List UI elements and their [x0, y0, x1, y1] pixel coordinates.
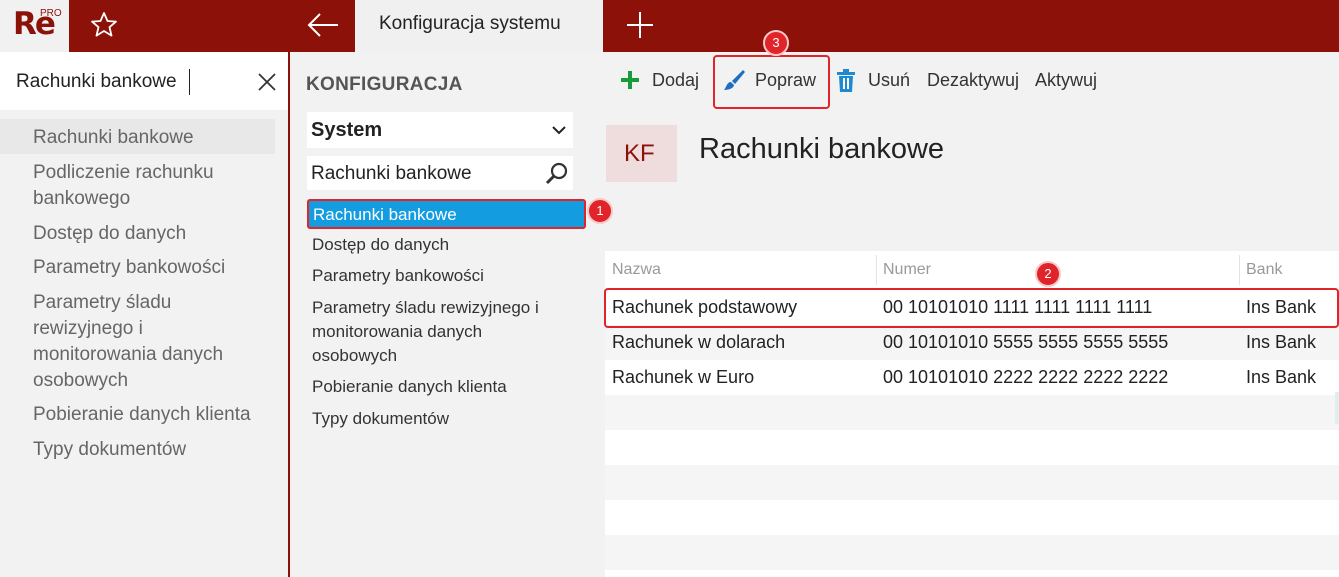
cell-bank: Ins Bank: [1246, 332, 1317, 352]
left-result-podliczenie[interactable]: Podliczenie rachunku bankowego: [33, 160, 273, 212]
activate-button[interactable]: Aktywuj: [1035, 70, 1097, 91]
group-select[interactable]: System: [307, 112, 573, 148]
page-title: Rachunki bankowe: [699, 133, 945, 165]
left-result-pobieranie[interactable]: Pobieranie danych klienta: [33, 402, 273, 428]
search-icon[interactable]: [545, 161, 569, 185]
module-badge-text: KF: [624, 140, 655, 167]
column-header-numer[interactable]: Numer: [883, 261, 931, 279]
close-icon[interactable]: [256, 71, 278, 93]
annotation-badge-3: 3: [763, 30, 789, 56]
empty-row: [605, 500, 1339, 535]
annotation-badge-2: 2: [1035, 261, 1061, 287]
deactivate-button[interactable]: Dezaktywuj: [927, 70, 1019, 91]
column-separator[interactable]: [1239, 255, 1240, 285]
add-button[interactable]: Dodaj: [652, 70, 699, 91]
cell-nazwa: Rachunek w Euro: [612, 367, 755, 387]
column-separator[interactable]: [876, 255, 877, 285]
config-item-label: Rachunki bankowe: [313, 205, 457, 224]
left-result-typy-dokumentow[interactable]: Typy dokumentów: [33, 437, 273, 463]
left-result-rachunki-bankowe[interactable]: Rachunki bankowe: [33, 125, 273, 151]
table-row[interactable]: Rachunek w dolarach 00 10101010 5555 555…: [605, 325, 1339, 360]
config-title: KONFIGURACJA: [306, 74, 463, 95]
app-logo[interactable]: Re PRO: [0, 0, 69, 52]
toolbar: Dodaj Popraw Usuń Dezaktywuj Aktywuj: [590, 52, 1339, 110]
config-item-parametry-bankowosci[interactable]: Parametry bankowości: [312, 264, 582, 288]
left-result-parametry-sladu[interactable]: Parametry śladu rewizyjnego i monitorowa…: [33, 290, 243, 394]
tab-label: Konfiguracja systemu: [379, 13, 561, 34]
config-item-parametry-sladu[interactable]: Parametry śladu rewizyjnego i monitorowa…: [312, 296, 562, 368]
cell-numer: 00 10101010 2222 2222 2222 2222: [883, 367, 1169, 387]
tab-konfiguracja-systemu[interactable]: Konfiguracja systemu: [355, 0, 603, 52]
config-item-rachunki-bankowe[interactable]: Rachunki bankowe: [307, 199, 586, 229]
column-header-bank[interactable]: Bank: [1246, 261, 1282, 279]
group-select-value: System: [311, 119, 383, 141]
back-arrow-icon[interactable]: [305, 10, 341, 40]
module-badge: KF: [606, 125, 677, 182]
config-filter-input[interactable]: Rachunki bankowe: [307, 156, 573, 190]
config-panel: KONFIGURACJA System Rachunki bankowe Rac…: [290, 52, 590, 577]
chevron-down-icon: [552, 126, 566, 135]
trash-icon: [837, 69, 855, 92]
table-row[interactable]: Rachunek w Euro 00 10101010 2222 2222 22…: [605, 360, 1339, 395]
logo-badge: PRO: [40, 8, 62, 19]
scrollbar[interactable]: [1335, 392, 1339, 424]
column-header-nazwa[interactable]: Nazwa: [612, 261, 661, 279]
new-tab-plus-icon[interactable]: [624, 9, 656, 41]
empty-row: [605, 535, 1339, 570]
search-input[interactable]: Rachunki bankowe: [0, 52, 288, 110]
cell-numer: 00 10101010 5555 5555 5555 5555: [883, 332, 1169, 352]
empty-row: [605, 395, 1339, 430]
config-item-dostep[interactable]: Dostęp do danych: [312, 233, 582, 257]
star-icon[interactable]: [89, 10, 119, 40]
left-result-dostep[interactable]: Dostęp do danych: [33, 221, 273, 247]
left-result-parametry-bankowosci[interactable]: Parametry bankowości: [33, 255, 273, 281]
title-bar: Re PRO Konfiguracja systemu: [0, 0, 1339, 52]
search-input-value: Rachunki bankowe: [16, 71, 177, 92]
cell-bank: Ins Bank: [1246, 367, 1317, 387]
delete-button[interactable]: Usuń: [868, 70, 910, 91]
highlight-frame-row: [604, 288, 1339, 328]
config-item-typy-dokumentow[interactable]: Typy dokumentów: [312, 407, 582, 431]
text-caret: [189, 69, 190, 95]
config-item-pobieranie[interactable]: Pobieranie danych klienta: [312, 375, 582, 399]
annotation-badge-1: 1: [587, 198, 613, 224]
config-filter-value: Rachunki bankowe: [311, 163, 472, 184]
highlight-frame-edit: [713, 55, 830, 109]
empty-row: [605, 465, 1339, 500]
cell-nazwa: Rachunek w dolarach: [612, 332, 786, 352]
add-icon: [621, 71, 639, 89]
empty-row: [605, 430, 1339, 465]
